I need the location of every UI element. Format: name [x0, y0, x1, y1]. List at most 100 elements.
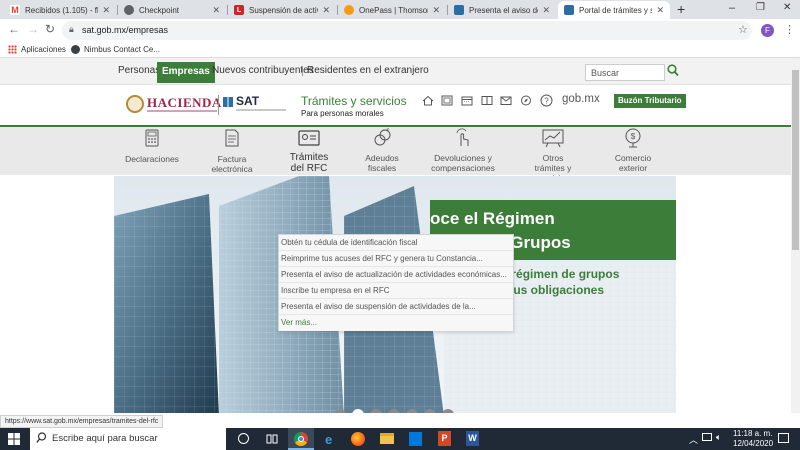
- network-icon[interactable]: [702, 433, 712, 441]
- store-icon[interactable]: [409, 432, 422, 446]
- menu-comercio-exterior[interactable]: $ Comercio exterior: [588, 127, 678, 173]
- taskbar-search-box[interactable]: Escribe aquí para buscar: [30, 428, 226, 450]
- nav-nuevos-contribuyentes[interactable]: Nuevos contribuyentes: [212, 65, 314, 76]
- site-search-input[interactable]: Buscar: [585, 64, 665, 81]
- dropdown-item[interactable]: Presenta el aviso de suspensión de activ…: [279, 299, 513, 315]
- search-icon[interactable]: [667, 64, 679, 80]
- menu-declaraciones[interactable]: Declaraciones: [107, 127, 197, 164]
- close-icon[interactable]: ✕: [212, 5, 220, 16]
- status-bar-url: https://www.sat.gob.mx/empresas/tramites…: [0, 415, 164, 428]
- url-text: sat.gob.mx/empresas: [82, 25, 169, 35]
- sat-logo: SAT: [236, 94, 260, 108]
- site-header: HACIENDA SAT Trámites y servicios Para p…: [0, 85, 791, 127]
- browser-menu-icon[interactable]: ⋮: [784, 23, 795, 36]
- home-icon[interactable]: [422, 95, 434, 109]
- tab-portal-active[interactable]: Portal de trámites y serv ✕: [558, 1, 670, 19]
- gobmx-link[interactable]: gob.mx: [562, 93, 600, 105]
- menu-adeudos-fiscales[interactable]: Adeudos fiscales: [337, 127, 427, 173]
- tab-gmail[interactable]: M Recibidos (1.105) - fbrit ✕: [4, 1, 116, 19]
- menu-devoluciones[interactable]: Devoluciones y compensaciones: [418, 127, 508, 173]
- taskbar-search-placeholder: Escribe aquí para buscar: [52, 433, 158, 444]
- ver-mas-link[interactable]: Ver más...: [279, 315, 513, 331]
- tab-title: OnePass | Thomson Re: [359, 5, 429, 15]
- nav-personas[interactable]: Personas: [118, 65, 160, 76]
- clock-time[interactable]: 11:18 a. m.: [733, 429, 772, 438]
- close-icon[interactable]: ✕: [542, 5, 550, 16]
- tab-title: Portal de trámites y serv: [579, 5, 653, 15]
- edge-icon[interactable]: e: [325, 432, 332, 447]
- apps-grid-icon: [8, 45, 17, 54]
- tramites-rfc-dropdown: Obtén tu cédula de identificación fiscal…: [278, 234, 514, 331]
- address-bar[interactable]: 🔒︎ sat.gob.mx/empresas ☆: [62, 21, 752, 40]
- word-icon[interactable]: W: [466, 431, 479, 446]
- svg-text:?: ?: [544, 97, 549, 106]
- book-icon[interactable]: [481, 95, 493, 109]
- sat-icon: [564, 5, 574, 15]
- main-menu: Declaraciones Factura electrónica Trámit…: [0, 127, 791, 183]
- buzon-tributario-button[interactable]: Buzón Tributario: [614, 94, 686, 108]
- law-icon: L: [234, 5, 244, 15]
- tab-onepass[interactable]: OnePass | Thomson Re ✕: [338, 1, 446, 19]
- clock-date[interactable]: 12/04/2020: [733, 439, 773, 448]
- chevron-up-icon[interactable]: ︿: [689, 433, 698, 446]
- chrome-taskbar-button[interactable]: [288, 428, 314, 450]
- close-window-button[interactable]: ✕: [783, 2, 791, 13]
- mail-icon[interactable]: [500, 95, 512, 109]
- tab-checkpoint[interactable]: Checkpoint ✕: [118, 1, 226, 19]
- bookmark-apps[interactable]: Aplicaciones: [21, 45, 66, 54]
- cortana-icon[interactable]: [238, 433, 249, 444]
- dropdown-item[interactable]: Reimprime tus acuses del RFC y genera tu…: [279, 251, 513, 267]
- windows-start-icon[interactable]: [8, 433, 20, 448]
- bookmarks-bar: Aplicaciones Nimbus Contact Ce...: [0, 42, 800, 58]
- gallery-icon[interactable]: [441, 95, 453, 109]
- mexico-seal-icon: [126, 95, 144, 113]
- search-placeholder: Buscar: [591, 68, 620, 78]
- tab-title: Checkpoint: [139, 5, 180, 15]
- tab-presenta-aviso[interactable]: Presenta el aviso de su ✕: [448, 1, 556, 19]
- notifications-icon[interactable]: [778, 433, 789, 443]
- calendar-icon[interactable]: [461, 95, 473, 109]
- menu-label: Adeudos fiscales: [365, 153, 399, 173]
- close-icon[interactable]: ✕: [656, 5, 664, 16]
- help-icon[interactable]: ?: [540, 94, 553, 110]
- coins-icon: [337, 127, 427, 149]
- compass-icon[interactable]: [520, 95, 532, 109]
- task-view-icon[interactable]: [266, 433, 278, 448]
- dropdown-item[interactable]: Inscribe tu empresa en el RFC: [279, 283, 513, 299]
- star-icon[interactable]: ☆: [738, 23, 748, 36]
- svg-text:$: $: [631, 132, 636, 141]
- close-icon[interactable]: ✕: [102, 5, 110, 16]
- profile-avatar[interactable]: F: [761, 24, 774, 37]
- new-tab-button[interactable]: +: [677, 1, 685, 17]
- dropdown-item[interactable]: Presenta el aviso de actualización de ac…: [279, 267, 513, 283]
- firefox-icon[interactable]: [351, 432, 365, 446]
- bookmark-nimbus[interactable]: Nimbus Contact Ce...: [84, 45, 160, 54]
- minimize-button[interactable]: –: [729, 2, 735, 14]
- restore-button[interactable]: ❐: [756, 2, 765, 13]
- tab-title: Recibidos (1.105) - fbrit: [25, 5, 98, 15]
- search-icon: [36, 432, 47, 447]
- powerpoint-icon[interactable]: P: [438, 431, 451, 446]
- nav-empresas[interactable]: Empresas: [157, 62, 215, 83]
- gmail-icon: M: [10, 5, 20, 15]
- reload-button[interactable]: ↻: [45, 22, 55, 36]
- hacienda-logo: HACIENDA: [147, 95, 222, 110]
- close-icon[interactable]: ✕: [432, 5, 440, 16]
- dropdown-item[interactable]: Obtén tu cédula de identificación fiscal: [279, 235, 513, 251]
- top-navigation: Personas Empresas Nuevos contribuyentes …: [0, 58, 791, 85]
- volume-icon[interactable]: 🔈︎: [716, 432, 721, 443]
- back-button[interactable]: ←: [8, 22, 20, 36]
- tab-suspension[interactable]: L Suspensión de actividad ✕: [228, 1, 336, 19]
- scrollbar-thumb[interactable]: [792, 70, 799, 250]
- tab-title: Presenta el aviso de su: [469, 5, 538, 15]
- hand-pointer-icon: [418, 127, 508, 149]
- menu-otros-tramites[interactable]: Otros trámites y servicios: [508, 127, 598, 183]
- globe-icon: [71, 45, 80, 54]
- menu-label: Devoluciones y compensaciones: [431, 153, 495, 173]
- file-explorer-icon[interactable]: [380, 433, 394, 444]
- forward-button[interactable]: →: [27, 22, 39, 36]
- menu-label: Declaraciones: [125, 154, 179, 164]
- web-page: Personas Empresas Nuevos contribuyentes …: [0, 58, 791, 413]
- nav-residentes-extranjero[interactable]: Residentes en el extranjero: [307, 65, 429, 76]
- close-icon[interactable]: ✕: [322, 5, 330, 16]
